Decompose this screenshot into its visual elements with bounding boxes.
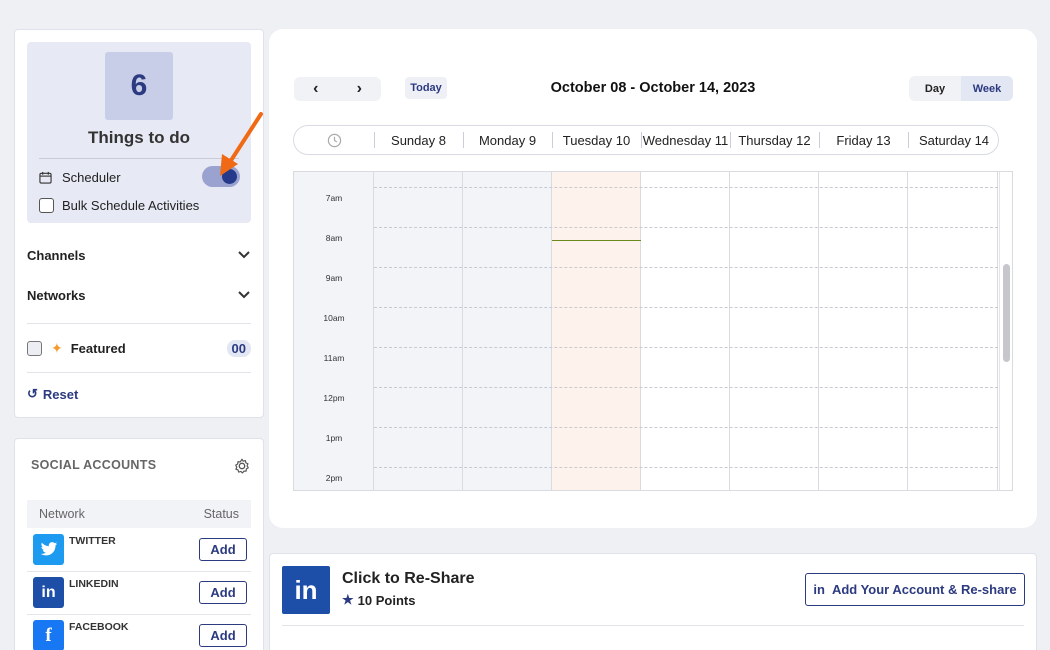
chevron-down-icon (238, 251, 250, 259)
table-row: in LINKEDIN Add (27, 572, 251, 615)
account-name: TWITTER (69, 535, 116, 547)
table-row: TWITTER Add (27, 529, 251, 572)
gear-icon[interactable] (233, 457, 251, 475)
divider (282, 625, 1024, 626)
hour-line (374, 427, 998, 428)
week-grid: 7am 8am 9am 10am 11am 12pm 1pm 2pm (293, 171, 1013, 491)
sparkle-icon: ✦ (51, 339, 63, 356)
points-label: 10 Points (357, 592, 416, 608)
day-header-monday: Monday 9 (478, 132, 537, 148)
day-column-tuesday[interactable] (552, 172, 641, 490)
day-column-monday[interactable] (463, 172, 552, 490)
social-accounts-heading: SOCIAL ACCOUNTS (31, 458, 157, 472)
add-facebook-button[interactable]: Add (199, 624, 247, 647)
day-column-sunday[interactable] (374, 172, 463, 490)
view-switcher: Day Week (909, 76, 1013, 101)
hour-line (374, 267, 998, 268)
time-label: 8am (325, 233, 343, 243)
status-column-header: Status (203, 507, 239, 521)
day-column-thursday[interactable] (730, 172, 819, 490)
week-view-button[interactable]: Week (961, 76, 1013, 101)
hour-line (374, 387, 998, 388)
linkedin-icon: in (813, 582, 825, 597)
week-navigation: ‹ › (294, 77, 381, 101)
chevron-down-icon (238, 291, 250, 299)
day-column-wednesday[interactable] (641, 172, 730, 490)
add-twitter-button[interactable]: Add (199, 538, 247, 561)
time-label: 9am (325, 273, 343, 283)
scheduler-label: Scheduler (62, 169, 121, 185)
linkedin-icon: in (33, 577, 64, 608)
twitter-icon (33, 534, 64, 565)
filter-panel: 6 Things to do Scheduler Bulk Schedule A… (14, 29, 264, 418)
day-column-saturday[interactable] (908, 172, 998, 490)
channels-label: Channels (27, 247, 86, 263)
reset-button[interactable]: ↺ Reset (27, 386, 78, 402)
time-label: 1pm (325, 433, 343, 443)
current-time-indicator (552, 240, 641, 241)
hour-line (374, 227, 998, 228)
hour-line (374, 307, 998, 308)
calendar-panel: October 08 - October 14, 2023 ‹ › Today … (269, 29, 1037, 528)
networks-accordion[interactable]: Networks (27, 284, 251, 306)
time-gutter (294, 172, 374, 490)
reset-label: Reset (42, 386, 79, 402)
day-header-tuesday: Tuesday 10 (562, 132, 631, 148)
day-header-wednesday: Wednesday 11 (642, 132, 729, 148)
channels-accordion[interactable]: Channels (27, 244, 251, 266)
day-header-sunday: Sunday 8 (391, 132, 446, 148)
hour-line (374, 467, 998, 468)
star-icon: ★ (342, 592, 354, 607)
divider (39, 158, 239, 159)
accounts-table-header: Network Status (27, 500, 251, 528)
day-header-thursday: Thursday 12 (738, 132, 811, 148)
clock-icon (294, 126, 374, 154)
day-header: Sunday 8 Monday 9 Tuesday 10 Wednesday 1… (293, 125, 999, 155)
time-label: 11am (323, 353, 345, 363)
reshare-button-label: Add Your Account & Re-share (831, 582, 1017, 597)
divider (27, 323, 251, 324)
calendar-icon (39, 171, 52, 184)
reshare-title: Click to Re-Share (342, 570, 475, 587)
table-row: f FACEBOOK Add (27, 615, 251, 650)
add-linkedin-button[interactable]: Add (199, 581, 247, 604)
bulk-schedule-checkbox[interactable] (39, 197, 54, 213)
time-label: 12pm (323, 393, 345, 403)
facebook-icon: f (33, 620, 64, 650)
divider (27, 372, 251, 373)
time-label: 10am (323, 313, 345, 323)
scrollbar-thumb[interactable] (1003, 264, 1010, 362)
featured-count-badge: 00 (226, 339, 251, 357)
undo-icon: ↺ (27, 386, 38, 401)
featured-label: Featured (70, 340, 126, 356)
featured-checkbox[interactable] (27, 340, 42, 356)
annotation-arrow-icon (220, 112, 263, 176)
day-header-friday: Friday 13 (836, 132, 891, 148)
next-week-button[interactable]: › (338, 77, 382, 101)
time-label: 7am (325, 193, 343, 203)
today-button[interactable]: Today (405, 77, 447, 99)
add-account-reshare-button[interactable]: in Add Your Account & Re-share (805, 573, 1025, 606)
account-name: FACEBOOK (69, 621, 129, 633)
bulk-schedule-label: Bulk Schedule Activities (62, 197, 200, 213)
todo-count: 6 (105, 52, 173, 120)
account-name: LINKEDIN (69, 578, 119, 590)
networks-label: Networks (27, 287, 86, 303)
network-column-header: Network (39, 507, 85, 521)
bulk-schedule-row[interactable]: Bulk Schedule Activities (39, 195, 199, 215)
reshare-points: ★ 10 Points (342, 592, 415, 608)
prev-week-button[interactable]: ‹ (294, 77, 338, 101)
day-column-friday[interactable] (819, 172, 908, 490)
hour-line (374, 187, 998, 188)
day-header-saturday: Saturday 14 (918, 132, 990, 148)
linkedin-icon: in (282, 566, 330, 614)
featured-filter[interactable]: ✦ Featured 00 (27, 338, 251, 358)
hour-line (374, 347, 998, 348)
time-label: 2pm (325, 473, 343, 483)
grid-scrollbar[interactable] (999, 172, 1012, 490)
reshare-card: in Click to Re-Share ★ 10 Points in Add … (269, 553, 1037, 650)
social-accounts-panel: SOCIAL ACCOUNTS Network Status TWITTER A… (14, 438, 264, 650)
day-view-button[interactable]: Day (909, 76, 961, 101)
